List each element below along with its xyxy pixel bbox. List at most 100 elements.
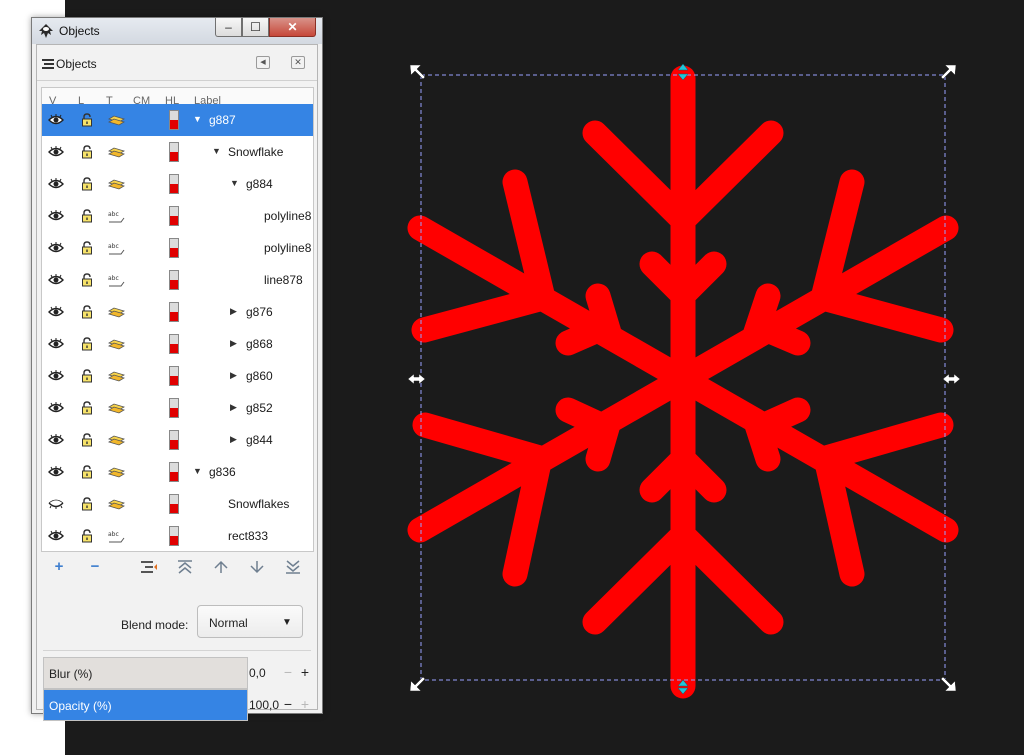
collapse-arrow-icon[interactable]: ▼	[193, 114, 202, 124]
tree-row[interactable]: abc rect833	[42, 520, 313, 551]
eye-icon[interactable]	[48, 306, 64, 318]
resize-handle-top-left[interactable]	[409, 64, 426, 80]
highlight-color-swatch[interactable]	[169, 110, 179, 130]
panel-close-icon[interactable]: ✕	[291, 56, 305, 69]
expand-arrow-icon[interactable]: ▶	[230, 434, 237, 445]
highlight-color-swatch[interactable]	[169, 238, 179, 258]
svg-text:abc: abc	[108, 275, 119, 282]
tree-row[interactable]: ▶ g868	[42, 328, 313, 360]
unlocked-icon[interactable]	[81, 433, 93, 447]
panel-title: Objects	[56, 57, 97, 71]
highlight-color-swatch[interactable]	[169, 302, 179, 322]
resize-handle-top-right[interactable]	[940, 64, 957, 80]
blend-mode-value: Normal	[209, 616, 248, 630]
blur-increment-button[interactable]: +	[298, 662, 312, 682]
highlight-color-swatch[interactable]	[169, 366, 179, 386]
expand-arrow-icon[interactable]: ▶	[230, 370, 237, 381]
eye-icon[interactable]	[48, 242, 64, 254]
unlocked-icon[interactable]	[81, 497, 93, 511]
add-layer-button[interactable]: +	[49, 557, 69, 577]
expand-arrow-icon[interactable]: ▶	[230, 402, 237, 413]
move-down-button[interactable]	[247, 557, 267, 577]
eye-closed-icon[interactable]	[48, 498, 64, 510]
highlight-color-swatch[interactable]	[169, 462, 179, 482]
move-to-top-button[interactable]	[175, 557, 195, 577]
resize-handle-bottom-left[interactable]	[409, 676, 426, 692]
eye-icon[interactable]	[48, 530, 64, 542]
resize-handle-bottom-right[interactable]	[940, 676, 957, 692]
unlocked-icon[interactable]	[81, 209, 93, 223]
tree-row[interactable]: ▼ Snowflake	[42, 136, 313, 168]
collapse-arrow-icon[interactable]: ▼	[212, 146, 221, 156]
highlight-color-swatch[interactable]	[169, 142, 179, 162]
tree-row[interactable]: abc line878	[42, 264, 313, 296]
highlight-color-swatch[interactable]	[169, 398, 179, 418]
unlocked-icon[interactable]	[81, 273, 93, 287]
opacity-value[interactable]: 100,0	[249, 698, 279, 712]
unlocked-icon[interactable]	[81, 465, 93, 479]
opacity-slider[interactable]: Opacity (%)	[43, 689, 248, 721]
unindent-button[interactable]	[139, 557, 159, 577]
eye-icon[interactable]	[48, 466, 64, 478]
eye-icon[interactable]	[48, 434, 64, 446]
eye-icon[interactable]	[48, 178, 64, 190]
move-up-button[interactable]	[211, 557, 231, 577]
dock-panel-icon[interactable]: ◀	[256, 56, 270, 69]
snowflake[interactable]	[407, 65, 959, 699]
opacity-decrement-button[interactable]: −	[281, 694, 295, 714]
eye-icon[interactable]	[48, 274, 64, 286]
resize-handle-right[interactable]	[942, 373, 961, 385]
resize-handle-left[interactable]	[407, 373, 426, 385]
unlocked-icon[interactable]	[81, 241, 93, 255]
tree-row[interactable]: ▶ g876	[42, 296, 313, 328]
highlight-color-swatch[interactable]	[169, 174, 179, 194]
unlocked-icon[interactable]	[81, 177, 93, 191]
unlocked-icon[interactable]	[81, 369, 93, 383]
move-to-bottom-button[interactable]	[283, 557, 303, 577]
remove-object-button[interactable]: −	[85, 557, 105, 577]
eye-icon[interactable]	[48, 370, 64, 382]
highlight-color-swatch[interactable]	[169, 494, 179, 514]
highlight-color-swatch[interactable]	[169, 526, 179, 546]
tree-row[interactable]: ▶ g852	[42, 392, 313, 424]
objects-tree[interactable]: V L T CM HL Label ▼ g887 ▼ Snowflake ▼ g884 ab…	[41, 87, 314, 552]
eye-icon[interactable]	[48, 338, 64, 350]
highlight-color-swatch[interactable]	[169, 334, 179, 354]
expand-arrow-icon[interactable]: ▶	[230, 338, 237, 349]
tree-row[interactable]: abc polyline8	[42, 200, 313, 232]
eye-icon[interactable]	[48, 146, 64, 158]
blur-value[interactable]: 0,0	[249, 666, 279, 680]
expand-arrow-icon[interactable]: ▶	[230, 306, 237, 317]
collapse-arrow-icon[interactable]: ▼	[193, 466, 202, 476]
tree-row[interactable]: ▼ g887	[42, 104, 313, 136]
group-object-icon	[108, 179, 125, 190]
blur-decrement-button[interactable]: −	[281, 662, 295, 682]
window-titlebar[interactable]: Objects – ☐ ✕	[32, 18, 322, 44]
highlight-color-swatch[interactable]	[169, 270, 179, 290]
tree-row[interactable]: abc polyline8	[42, 232, 313, 264]
unlocked-icon[interactable]	[81, 529, 93, 543]
unlocked-icon[interactable]	[81, 305, 93, 319]
tree-row[interactable]: ▶ g860	[42, 360, 313, 392]
opacity-increment-button[interactable]: +	[298, 694, 312, 714]
eye-icon[interactable]	[48, 210, 64, 222]
unlocked-icon[interactable]	[81, 113, 93, 127]
tree-row[interactable]: ▼ g836	[42, 456, 313, 488]
tree-row[interactable]: ▼ g884	[42, 168, 313, 200]
eye-icon[interactable]	[48, 402, 64, 414]
eye-icon[interactable]	[48, 114, 64, 126]
highlight-color-swatch[interactable]	[169, 430, 179, 450]
blur-slider[interactable]: Blur (%)	[43, 657, 248, 689]
highlight-color-swatch[interactable]	[169, 206, 179, 226]
tree-row[interactable]: ▶ g844	[42, 424, 313, 456]
minimize-button[interactable]: –	[215, 18, 242, 37]
unlocked-icon[interactable]	[81, 337, 93, 351]
blend-mode-select[interactable]: Normal ▼	[197, 605, 303, 638]
close-button[interactable]: ✕	[269, 18, 316, 37]
unlocked-icon[interactable]	[81, 401, 93, 415]
unlocked-icon[interactable]	[81, 145, 93, 159]
maximize-button[interactable]: ☐	[242, 18, 269, 37]
tree-row[interactable]: Snowflakes	[42, 488, 313, 520]
chevron-down-icon: ▼	[282, 617, 292, 628]
collapse-arrow-icon[interactable]: ▼	[230, 178, 239, 188]
